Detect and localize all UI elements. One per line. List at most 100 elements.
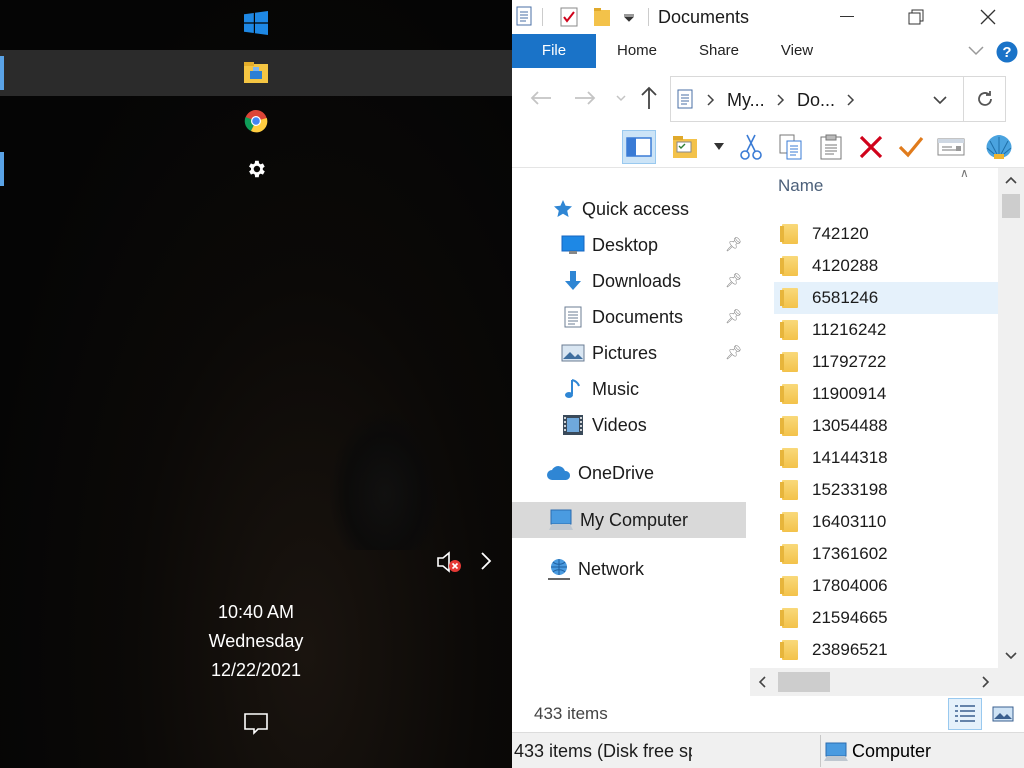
minimize-button[interactable] <box>840 16 854 17</box>
nav-onedrive[interactable]: OneDrive <box>546 456 654 490</box>
list-item[interactable]: 742120 <box>774 218 998 250</box>
refresh-button[interactable] <box>964 76 1006 122</box>
navigation-pane: Quick access Desktop 📌︎ Downloads 📌︎ Doc… <box>512 168 748 696</box>
chevron-right-icon <box>847 94 855 106</box>
scroll-down-icon[interactable] <box>1005 652 1017 660</box>
tab-home[interactable]: Home <box>606 34 668 68</box>
disk-status-text: 433 items (Disk free sp <box>514 741 692 761</box>
nav-videos[interactable]: Videos <box>560 408 647 442</box>
scroll-right-icon[interactable] <box>982 676 990 688</box>
delete-button[interactable] <box>854 130 888 164</box>
properties-button[interactable] <box>934 130 968 164</box>
tab-share[interactable]: Share <box>688 34 750 68</box>
file-name: 13054488 <box>812 416 888 435</box>
nav-music[interactable]: Music <box>560 372 639 406</box>
list-item[interactable]: 17361602 <box>774 538 998 570</box>
close-button[interactable] <box>980 9 996 25</box>
network-icon <box>546 556 572 582</box>
list-item[interactable]: 17804006 <box>774 570 998 602</box>
nav-label: Quick access <box>582 199 690 219</box>
document-icon[interactable] <box>516 6 532 26</box>
list-item[interactable]: 11216242 <box>774 314 998 346</box>
action-center-button[interactable] <box>243 711 269 737</box>
folder-icon <box>780 224 798 244</box>
picture-icon <box>560 340 586 366</box>
scroll-left-icon[interactable] <box>758 676 766 688</box>
gear-icon <box>249 160 265 178</box>
selection-accent <box>0 56 4 90</box>
help-icon[interactable]: ? <box>996 41 1018 63</box>
chevron-right-icon[interactable] <box>480 551 492 571</box>
large-icons-view-button[interactable] <box>986 698 1020 730</box>
vertical-scroll-thumb[interactable] <box>1002 194 1020 218</box>
recent-locations-icon[interactable] <box>616 95 626 102</box>
horizontal-scroll-thumb[interactable] <box>778 672 830 692</box>
file-explorer-app[interactable] <box>0 50 512 96</box>
scroll-up-icon[interactable] <box>1005 176 1017 184</box>
pin-icon[interactable]: 📌︎ <box>725 236 743 253</box>
horizontal-scrollbar[interactable] <box>750 668 998 696</box>
paste-button[interactable] <box>814 130 848 164</box>
list-item[interactable]: 23896521 <box>774 634 998 666</box>
file-list: ∧ Name 742120 4120288 6581246 11216242 1… <box>750 168 998 668</box>
new-folder-icon[interactable] <box>594 8 610 26</box>
nav-desktop[interactable]: Desktop <box>560 228 658 262</box>
back-arrow-icon[interactable] <box>530 90 552 106</box>
folder-icon <box>780 640 798 660</box>
address-field[interactable]: My... Do... <box>670 76 964 122</box>
pin-icon[interactable]: 📌︎ <box>725 308 743 325</box>
qat-dropdown-icon[interactable] <box>624 14 634 22</box>
nav-label: Documents <box>592 307 684 327</box>
large-icons-view-icon <box>992 706 1014 722</box>
cut-button[interactable] <box>734 130 768 164</box>
nav-label: Downloads <box>592 271 682 291</box>
clock[interactable]: 10:40 AM Wednesday 12/22/2021 <box>0 598 512 685</box>
list-item[interactable]: 16403110 <box>774 506 998 538</box>
list-item[interactable]: 4120288 <box>774 250 998 282</box>
start-button[interactable] <box>0 0 512 46</box>
list-item[interactable]: 6581246 <box>774 282 998 314</box>
file-name: 6581246 <box>812 288 879 307</box>
toolbar-dropdown-icon[interactable] <box>714 143 724 150</box>
nav-network[interactable]: Network <box>546 552 644 586</box>
volume-muted-icon[interactable] <box>436 550 464 574</box>
list-item[interactable]: 14144318 <box>774 442 998 474</box>
settings-app[interactable] <box>0 146 512 192</box>
address-dropdown-icon[interactable] <box>933 96 947 105</box>
clock-day: Wednesday <box>208 631 304 651</box>
folder-icon <box>780 320 798 340</box>
details-view-button[interactable] <box>948 698 982 730</box>
vertical-scrollbar[interactable] <box>998 168 1024 668</box>
nav-my-computer[interactable]: My Computer <box>512 502 746 538</box>
rename-confirm-button[interactable] <box>894 130 928 164</box>
nav-quick-access[interactable]: Quick access <box>550 192 689 226</box>
breadcrumb-documents[interactable]: Do... <box>797 90 835 111</box>
folder-icon <box>780 288 798 308</box>
folder-options-button[interactable] <box>668 130 702 164</box>
breadcrumb-my-computer[interactable]: My... <box>727 90 765 111</box>
properties-icon[interactable] <box>560 7 578 27</box>
film-icon <box>560 412 586 438</box>
forward-arrow-icon[interactable] <box>574 90 596 106</box>
up-arrow-icon[interactable] <box>640 86 658 110</box>
chrome-app[interactable] <box>0 98 512 144</box>
expand-ribbon-icon[interactable] <box>968 46 984 56</box>
list-item[interactable]: 11900914 <box>774 378 998 410</box>
nav-downloads[interactable]: Downloads <box>560 264 681 298</box>
list-item[interactable]: 13054488 <box>774 410 998 442</box>
list-item[interactable]: 11792722 <box>774 346 998 378</box>
file-name: 21594665 <box>812 608 888 627</box>
tab-view[interactable]: View <box>766 34 828 68</box>
restore-button[interactable] <box>908 9 924 25</box>
shell-button[interactable] <box>982 130 1016 164</box>
copy-button[interactable] <box>774 130 808 164</box>
list-item[interactable]: 21594665 <box>774 602 998 634</box>
pin-icon[interactable]: 📌︎ <box>725 272 743 289</box>
nav-pictures[interactable]: Pictures <box>560 336 657 370</box>
navigation-pane-button[interactable] <box>622 130 656 164</box>
nav-documents[interactable]: Documents <box>560 300 683 334</box>
pin-icon[interactable]: 📌︎ <box>725 344 743 361</box>
list-item[interactable]: 15233198 <box>774 474 998 506</box>
column-header-name[interactable]: Name <box>778 176 823 196</box>
tab-file[interactable]: File <box>512 34 596 68</box>
